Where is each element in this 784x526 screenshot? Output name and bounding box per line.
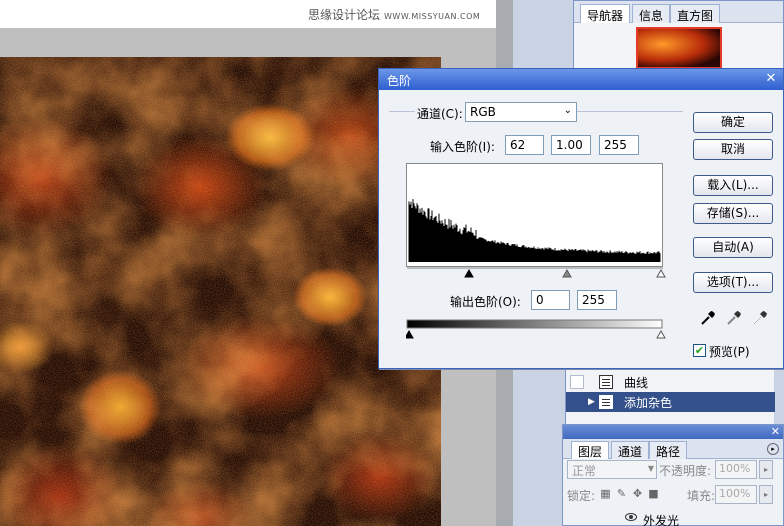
channel-label: 通道(C): [415, 105, 465, 122]
channel-select[interactable]: RGB ⌄ [465, 102, 577, 122]
layer-label: 外发光 [643, 514, 680, 526]
layers-panel-titlebar[interactable]: ✕ [563, 425, 783, 439]
histogram [406, 163, 663, 267]
input-levels-slider[interactable] [406, 267, 666, 279]
action-item-curves[interactable]: 曲线 [566, 372, 775, 392]
action-toggle-checkbox[interactable] [570, 395, 584, 409]
gamma-handle [562, 268, 572, 278]
levels-dialog: 色阶 ✕ 通道(C): RGB ⌄ 输入色阶(I): 62 1.00 255 输… [378, 68, 784, 369]
action-document-icon [599, 375, 613, 389]
fill-input[interactable]: 100% [715, 485, 757, 504]
output-white-handle [656, 329, 666, 339]
tab-channels[interactable]: 通道 [611, 441, 650, 459]
black-eyedropper-icon[interactable] [699, 309, 717, 327]
document-top-area: 思缘设计论坛 WWW.MISSYUAN.COM [0, 0, 496, 28]
output-black-field[interactable]: 0 [531, 290, 570, 310]
close-icon[interactable]: ✕ [764, 72, 778, 86]
watermark-text: 思缘设计论坛 [308, 8, 381, 22]
preview-label: 预览(P) [709, 345, 750, 359]
tab-navigator[interactable]: 导航器 [580, 4, 631, 23]
tab-histogram[interactable]: 直方图 [670, 4, 721, 23]
lock-label: 锁定: [567, 489, 596, 503]
blend-row: 正常 ▼ 不透明度: 100% ▸ [563, 458, 783, 482]
image-canvas[interactable] [0, 57, 441, 526]
navigator-thumbnail[interactable] [636, 27, 722, 69]
dialog-title: 色阶 [387, 74, 412, 88]
output-white-field[interactable]: 255 [577, 290, 617, 310]
cancel-button[interactable]: 取消 [693, 139, 773, 160]
opacity-input[interactable]: 100% [715, 460, 757, 479]
action-label: 曲线 [624, 376, 649, 390]
navigator-panel: 导航器 信息 直方图 [573, 0, 784, 72]
layer-item-outer-glow[interactable]: 外发光 [563, 510, 783, 526]
gray-eyedropper-icon[interactable] [725, 309, 743, 327]
layers-panel: ✕ 图层 通道 路径 ▸ 正常 ▼ 不透明度: 100% ▸ 锁定: ▦ ✎ ✥… [562, 424, 784, 526]
noise-texture [0, 57, 441, 526]
white-point-handle [656, 268, 666, 278]
input-black-field[interactable]: 62 [505, 135, 544, 155]
load-button[interactable]: 载入(L)... [693, 175, 773, 196]
navigator-tabs: 导航器 信息 直方图 [574, 1, 783, 23]
expand-arrow-icon[interactable]: ▶ [588, 397, 595, 407]
black-point-handle [464, 268, 474, 278]
save-button[interactable]: 存储(S)... [693, 203, 773, 224]
blend-mode-value: 正常 [572, 464, 597, 478]
watermark: 思缘设计论坛 WWW.MISSYUAN.COM [308, 6, 480, 23]
output-levels-label: 输出色阶(O): [450, 295, 521, 309]
output-black-handle [406, 329, 414, 339]
chevron-down-icon: ▼ [647, 464, 654, 473]
lock-move-icon[interactable]: ✥ [631, 487, 644, 500]
white-eyedropper-icon[interactable] [751, 309, 769, 327]
channel-value: RGB [470, 105, 496, 119]
action-document-icon [599, 395, 613, 409]
layers-tabs: 图层 通道 路径 [563, 439, 783, 459]
watermark-url: WWW.MISSYUAN.COM [384, 12, 481, 21]
tab-layers[interactable]: 图层 [571, 441, 610, 459]
lock-all-icon[interactable]: ■ [647, 487, 660, 500]
input-levels-label: 输入色阶(I): [430, 140, 495, 154]
preview-checkbox[interactable]: ✔ [693, 344, 706, 357]
lock-transparent-icon[interactable]: ▦ [599, 487, 612, 500]
ok-button[interactable]: 确定 [693, 112, 773, 133]
tab-info[interactable]: 信息 [632, 4, 671, 23]
histogram-graph [408, 199, 661, 262]
dialog-titlebar[interactable]: 色阶 ✕ [379, 69, 783, 90]
fill-label: 填充: [687, 489, 716, 503]
input-gamma-field[interactable]: 1.00 [551, 135, 591, 155]
action-item-add-noise[interactable]: ▶ 添加杂色 [566, 392, 775, 412]
chevron-down-icon: ⌄ [563, 105, 572, 116]
opacity-slider-button[interactable]: ▸ [759, 460, 773, 479]
tab-paths[interactable]: 路径 [649, 441, 688, 459]
eye-icon[interactable] [625, 513, 637, 521]
lock-row: 锁定: ▦ ✎ ✥ ■ 填充: 100% ▸ [563, 483, 783, 507]
fill-slider-button[interactable]: ▸ [759, 485, 773, 504]
output-levels-slider[interactable] [406, 319, 666, 341]
input-white-field[interactable]: 255 [599, 135, 639, 155]
close-icon[interactable]: ✕ [771, 425, 780, 438]
auto-button[interactable]: 自动(A) [693, 237, 773, 258]
action-toggle-checkbox[interactable] [570, 375, 584, 389]
options-button[interactable]: 选项(T)... [693, 272, 773, 293]
lock-brush-icon[interactable]: ✎ [615, 487, 628, 500]
blend-mode-select[interactable]: 正常 ▼ [567, 460, 657, 479]
action-label: 添加杂色 [624, 396, 673, 410]
opacity-label: 不透明度: [659, 464, 712, 478]
panel-menu-icon[interactable]: ▸ [767, 443, 779, 455]
actions-panel: 曲线 ▶ 添加杂色 [565, 368, 775, 426]
